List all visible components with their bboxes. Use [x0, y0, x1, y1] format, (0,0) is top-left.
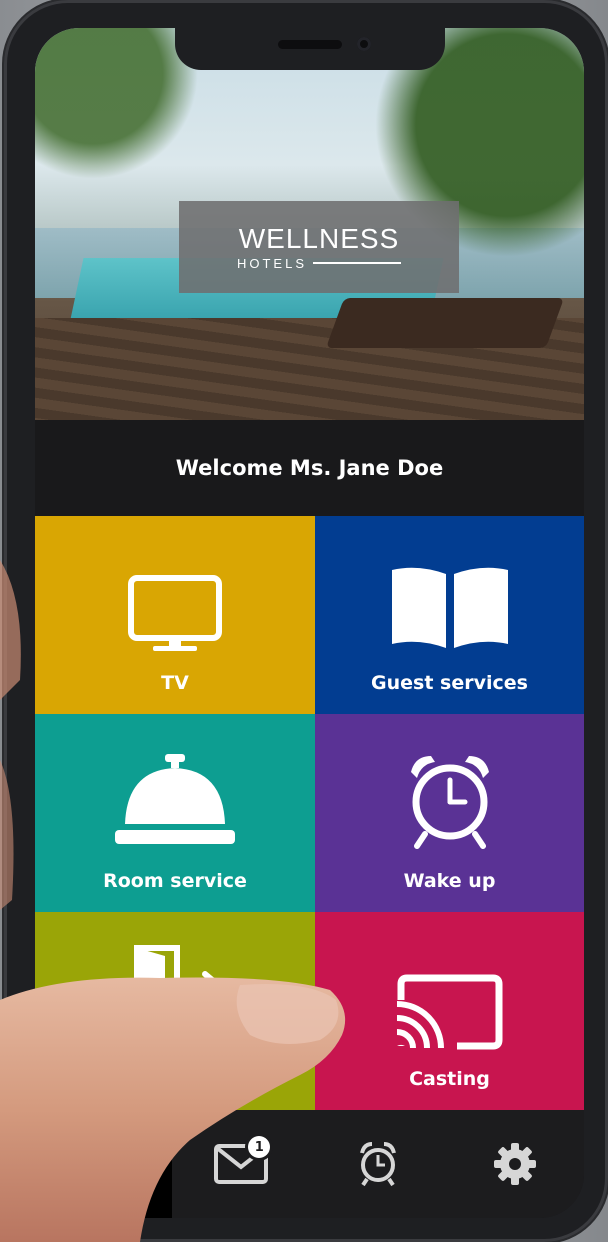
alarm-icon [360, 1142, 397, 1187]
tv-icon [128, 575, 222, 651]
tab-alarm[interactable] [310, 1110, 447, 1218]
gear-icon [494, 1143, 537, 1185]
service-bell-icon [115, 754, 235, 844]
logo-line1: WELLNESS [238, 222, 400, 254]
app-screen: WELLNESS HOTELS Welcome Ms. Jane Doe TV [35, 28, 584, 1218]
welcome-banner: Welcome Ms. Jane Doe [35, 420, 584, 516]
tile-label: TV [161, 672, 189, 694]
book-icon [391, 567, 508, 648]
tab-menu[interactable] [35, 1110, 173, 1218]
tile-label: Room service [103, 870, 247, 892]
tab-settings[interactable] [447, 1110, 584, 1218]
tile-label: Casting [409, 1068, 490, 1090]
tile-label: Guest services [371, 672, 528, 694]
exit-door-icon [134, 945, 222, 1023]
bottom-tab-bar: 1 [35, 1110, 584, 1218]
tile-checkout[interactable] [35, 912, 315, 1110]
sun-lounger [325, 298, 565, 348]
alarm-clock-icon [410, 756, 489, 849]
logo-underline [313, 262, 401, 264]
phone-notch [175, 28, 445, 70]
tile-label: Wake up [403, 870, 496, 892]
phone-frame: WELLNESS HOTELS Welcome Ms. Jane Doe TV [4, 0, 608, 1242]
speaker-grille [278, 40, 342, 49]
front-camera [357, 37, 371, 51]
service-grid: TV Guest services Room service Wake up C… [35, 516, 584, 1110]
tile-room-service[interactable]: Room service [35, 714, 315, 912]
tab-messages[interactable]: 1 [172, 1110, 309, 1218]
logo-line2: HOTELS [236, 255, 307, 271]
menu-icon [83, 1151, 124, 1177]
tile-casting[interactable]: Casting [315, 912, 584, 1110]
hotel-logo: WELLNESS HOTELS [179, 201, 459, 293]
tile-wake-up[interactable]: Wake up [315, 714, 584, 912]
tile-tv[interactable]: TV [35, 516, 315, 714]
cast-icon [396, 974, 502, 1050]
hero-image: WELLNESS HOTELS [35, 28, 584, 420]
tile-guest-services[interactable]: Guest services [315, 516, 584, 714]
